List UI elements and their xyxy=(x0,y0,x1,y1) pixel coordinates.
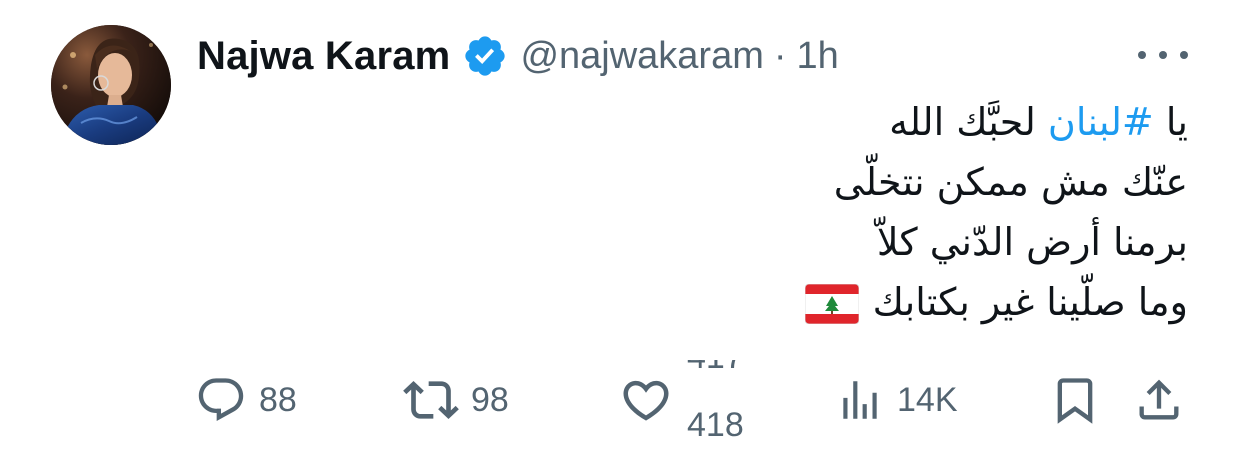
tweet-line-4: وما صلّينا غير بكتابك xyxy=(872,280,1188,324)
author-handle[interactable]: @najwakaram xyxy=(520,35,763,78)
tweet-timestamp[interactable]: 1h xyxy=(797,35,839,78)
heart-icon xyxy=(623,380,669,421)
more-dot xyxy=(1180,51,1188,59)
tweet-line-3: برمنا أرض الدّني كلاّ xyxy=(876,220,1188,264)
lebanon-flag-icon xyxy=(804,281,859,324)
repost-button[interactable]: 98 xyxy=(403,360,509,440)
tweet[interactable]: Najwa Karam @najwakaram · 1h يا #لبنان ل… xyxy=(0,0,1243,460)
tweet-text: يا #لبنان لحبَّك الله عنّك مش ممكن نتخلّ… xyxy=(288,92,1188,332)
verified-badge-icon[interactable] xyxy=(462,33,508,79)
more-dot xyxy=(1138,51,1146,59)
action-bar: 88 98 417 418 14K xyxy=(195,360,1195,440)
like-button[interactable]: 417 418 xyxy=(619,360,757,440)
avatar-image xyxy=(51,25,171,145)
tweet-line-2: عنّك مش ممكن نتخلّى xyxy=(833,160,1188,204)
like-count-current: 418 xyxy=(687,406,744,440)
reply-icon xyxy=(198,378,244,422)
bookmark-button[interactable] xyxy=(1049,360,1101,440)
separator-dot: · xyxy=(773,34,787,77)
like-count: 417 418 xyxy=(687,360,757,440)
views-button[interactable]: 14K xyxy=(835,360,958,440)
repost-count: 98 xyxy=(471,380,509,419)
bookmark-icon xyxy=(1057,378,1093,424)
tweet-line-1: يا #لبنان لحبَّك الله xyxy=(288,92,1188,152)
author-name[interactable]: Najwa Karam xyxy=(197,34,450,79)
views-count: 14K xyxy=(897,380,958,419)
more-options-icon[interactable] xyxy=(1138,40,1188,70)
tweet-line-1-prefix: يا xyxy=(1153,100,1188,144)
reply-count: 88 xyxy=(259,380,297,419)
hashtag-link[interactable]: #لبنان xyxy=(1048,100,1154,144)
share-button[interactable] xyxy=(1133,360,1185,440)
repost-icon xyxy=(403,381,459,419)
share-icon xyxy=(1139,379,1179,420)
more-dot xyxy=(1159,51,1167,59)
views-chart-icon xyxy=(843,381,877,419)
reply-button[interactable]: 88 xyxy=(195,360,297,440)
like-count-previous: 417 xyxy=(687,360,744,377)
tweet-header: Najwa Karam @najwakaram · 1h xyxy=(197,28,839,84)
tweet-line-4-wrap: وما صلّينا غير بكتابك xyxy=(288,272,1188,332)
tweet-line-1-suffix: لحبَّك الله xyxy=(889,100,1048,144)
avatar[interactable] xyxy=(51,25,171,145)
